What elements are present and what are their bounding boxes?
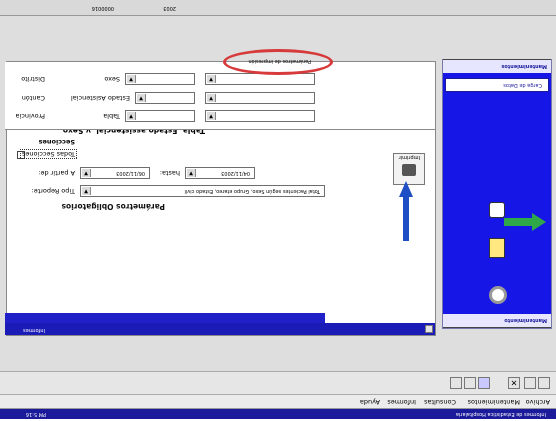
sexo-select[interactable]: ▼: [125, 73, 195, 85]
close-button[interactable]: ✕: [508, 377, 520, 389]
chart-icon[interactable]: [489, 238, 505, 258]
calendar-icon: ▼: [187, 169, 196, 177]
menu-item-ayuda[interactable]: Ayuda: [360, 398, 380, 406]
status-bar: Informes de Estadistica Hospitalaria PM …: [0, 409, 556, 419]
estado-asistencial-label: Estado Asistencial: [70, 94, 130, 102]
menu-item-consultas[interactable]: Consultas: [424, 398, 456, 406]
hasta-value: 04/11/2003: [221, 170, 250, 176]
side-panel: Mantenimientos Carga de Datos Mantenimie…: [442, 59, 552, 329]
toolbar-button-2[interactable]: [524, 377, 536, 389]
red-ellipse-annotation: [223, 49, 333, 75]
chevron-down-icon: ▼: [207, 112, 216, 120]
top-strip: 0000016 2003: [0, 0, 556, 16]
chevron-down-icon: ▼: [82, 187, 91, 195]
tipo-reporte-value: Total Pacientes según Sexo, Grupo etareo…: [184, 188, 321, 194]
chevron-down-icon: ▼: [127, 112, 136, 120]
a-partir-value: 06/11/2003: [116, 170, 145, 176]
canton-label: Cantón: [21, 94, 45, 102]
menu-item-archivo[interactable]: Archivo: [526, 398, 550, 406]
canton-select[interactable]: ▼: [205, 92, 315, 104]
person-icon[interactable]: [489, 202, 505, 218]
gear-icon[interactable]: [489, 286, 507, 304]
section-title: Parámetros Obligatorios: [61, 202, 165, 211]
side-panel-header: Mantenimientos: [443, 59, 551, 73]
hasta-input[interactable]: 04/11/2003 ▼: [185, 167, 255, 179]
chevron-down-icon: ▼: [207, 94, 216, 102]
toolbar-button-1[interactable]: [538, 377, 550, 389]
status-left-text: Informes de Estadistica Hospitalaria: [455, 411, 546, 417]
side-panel-item-carga[interactable]: Carga de Datos: [445, 78, 549, 92]
dialog-titlebar: Informes: [5, 323, 435, 335]
dialog-title: Informes: [23, 327, 45, 333]
sexo-label: Sexo: [104, 75, 120, 83]
distrito-label: Distrito: [21, 75, 45, 83]
a-partir-input[interactable]: 06/11/2003 ▼: [80, 167, 150, 179]
menu-item-informes[interactable]: Informes: [387, 398, 416, 406]
menu-bar: Archivo Mantenimientos Consultas Informe…: [0, 395, 556, 409]
estado-asistencial-select[interactable]: ▼: [135, 92, 195, 104]
dialog-close-button[interactable]: [425, 325, 433, 333]
tabla-select[interactable]: ▼: [125, 110, 195, 122]
calendar-icon: ▼: [82, 169, 91, 177]
chevron-down-icon: ▼: [137, 94, 146, 102]
status-right-text: PM 5:16: [25, 411, 46, 417]
distrito-select[interactable]: ▼: [205, 73, 315, 85]
header-band: [5, 313, 325, 323]
print-label: Imprimir: [398, 154, 420, 160]
toolbar-button-4[interactable]: [478, 377, 490, 389]
tipo-reporte-label: Tipo Reporte:: [31, 187, 75, 195]
printer-icon: [402, 164, 416, 176]
toolbar-button-5[interactable]: [464, 377, 476, 389]
green-arrow-annotation: [504, 213, 546, 231]
top-strip-text-2: 2003: [163, 5, 176, 11]
side-panel-footer-label: Mantenimiento: [504, 317, 547, 323]
blue-arrow-annotation: [399, 181, 413, 241]
chevron-down-icon: ▼: [207, 75, 216, 83]
secciones-label: Secciones: [38, 138, 75, 146]
a-partir-label: A partir de:: [38, 169, 75, 177]
tipo-reporte-select[interactable]: Total Pacientes según Sexo, Grupo etareo…: [80, 185, 325, 197]
top-strip-text-1: 0000016: [91, 5, 114, 11]
tabla-label: Tabla: [103, 112, 120, 120]
params-dialog: Informes Parámetros Obligatorios Tipo Re…: [5, 49, 436, 336]
side-panel-footer: Mantenimiento: [443, 314, 551, 328]
menu-item-mantenimientos[interactable]: Mantenimientos: [468, 398, 520, 406]
side-panel-title: Mantenimientos: [501, 63, 547, 69]
screen: 0000016 2003 Informes de Estadistica Hos…: [0, 0, 556, 421]
side-panel-item-label: Carga de Datos: [503, 82, 542, 88]
provincia-select[interactable]: ▼: [205, 110, 315, 122]
chevron-down-icon: ▼: [127, 75, 136, 83]
toolbar-button-6[interactable]: [450, 377, 462, 389]
toolbar: ✕: [0, 371, 556, 395]
todas-secciones-label: Todas Secciones: [20, 149, 77, 159]
hasta-label: hasta:: [159, 169, 180, 177]
provincia-label: Provincia: [15, 112, 45, 120]
